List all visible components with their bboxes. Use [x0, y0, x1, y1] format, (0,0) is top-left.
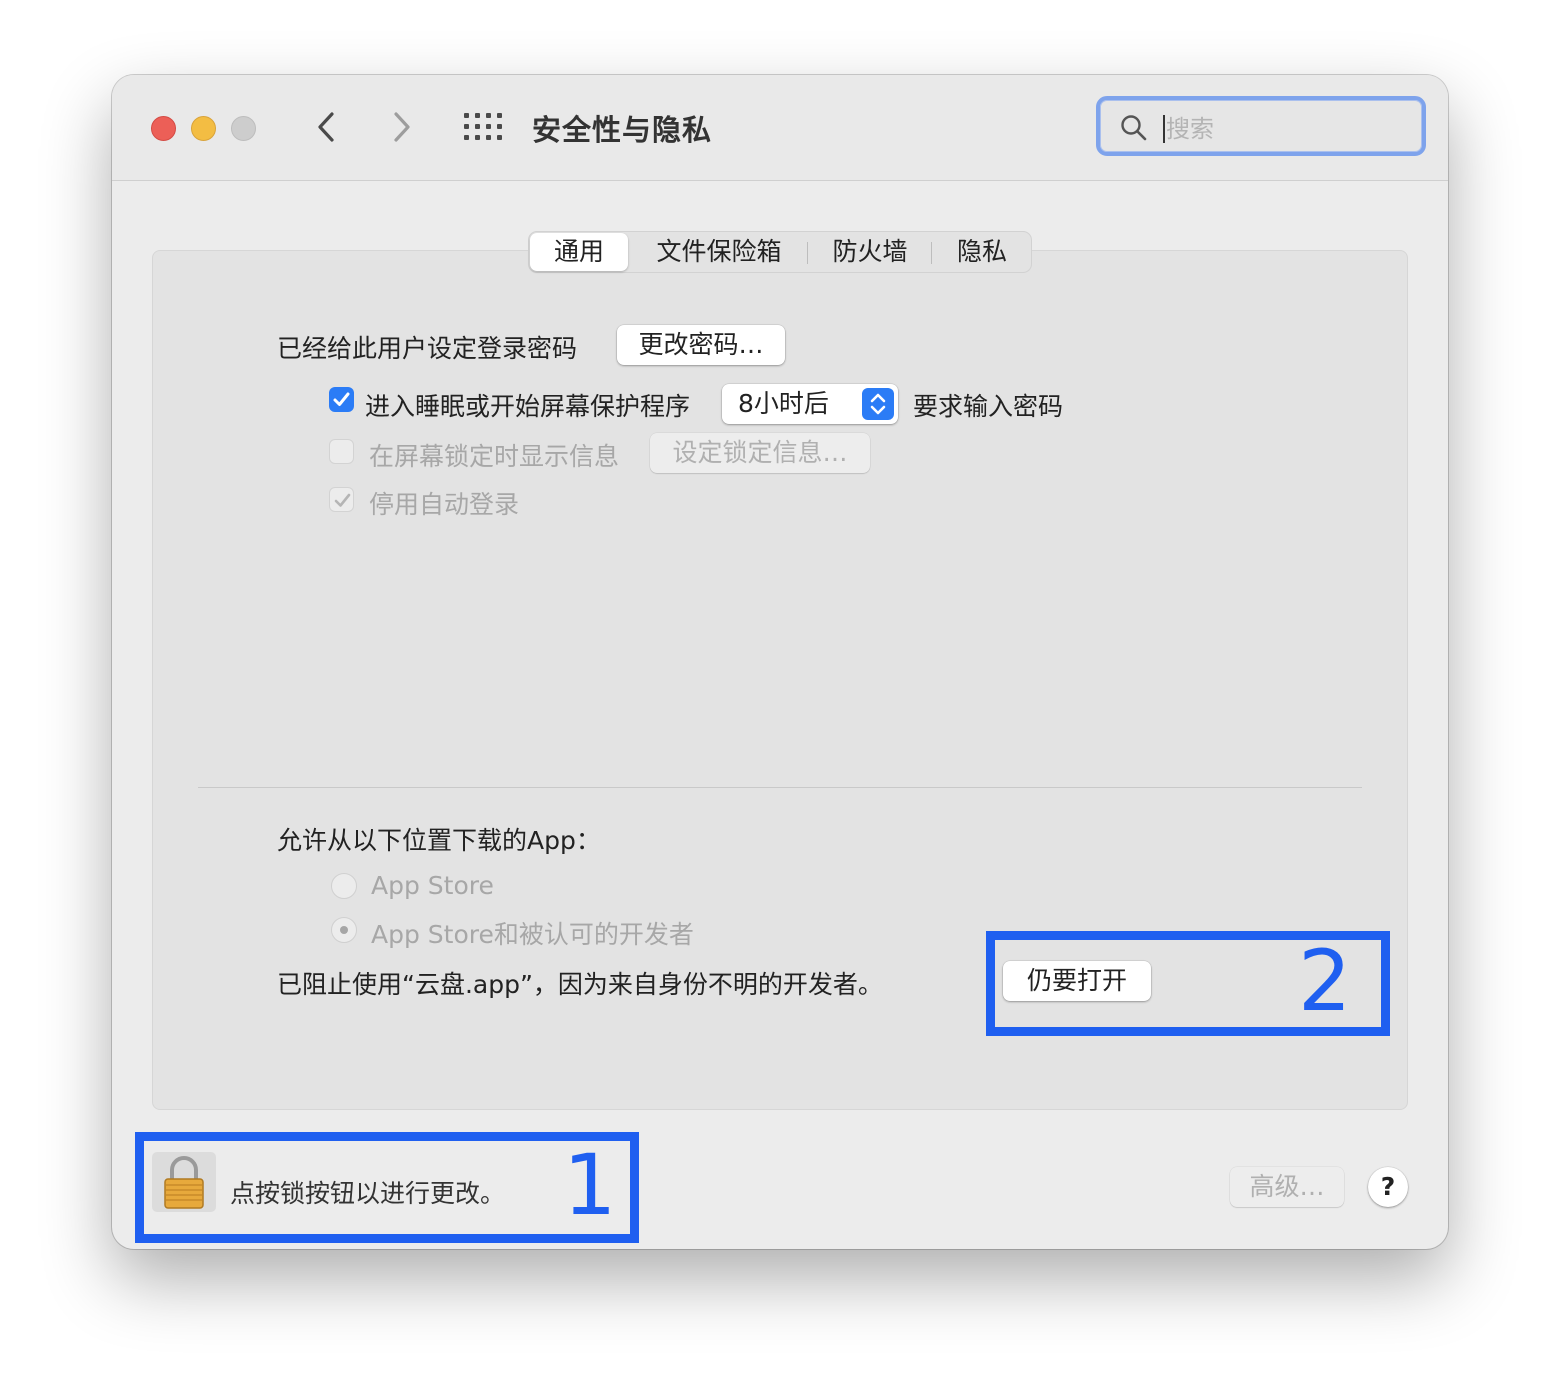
- tab-separator: [807, 242, 808, 264]
- window-title: 安全性与隐私: [532, 113, 713, 147]
- tab-filevault[interactable]: 文件保险箱: [639, 232, 799, 272]
- require-password-suffix: 要求输入密码: [913, 392, 1064, 421]
- password-delay-popup[interactable]: 8小时后: [722, 384, 898, 424]
- search-input[interactable]: [1164, 110, 1408, 148]
- change-password-button[interactable]: 更改密码…: [617, 325, 785, 365]
- search-field[interactable]: [1096, 96, 1426, 156]
- checkmark-icon: [334, 493, 351, 507]
- annotation-number-2: 2: [1298, 932, 1352, 1030]
- show-message-checkbox[interactable]: [329, 439, 354, 464]
- tab-bar: 通用 文件保险箱 防火墙 隐私: [528, 231, 1032, 273]
- back-button[interactable]: [308, 105, 348, 149]
- radio-app-store[interactable]: [331, 873, 357, 899]
- show-all-grid-icon[interactable]: [464, 113, 502, 141]
- blocked-app-message: 已阻止使用“云盘.app”，因为来自身份不明的开发者。: [277, 970, 883, 999]
- require-password-checkbox[interactable]: [329, 387, 354, 412]
- tab-privacy[interactable]: 隐私: [939, 232, 1025, 272]
- chevron-right-icon: [394, 112, 410, 142]
- radio-selected-dot: [340, 926, 348, 934]
- checkmark-icon: [333, 392, 350, 406]
- show-message-label: 在屏幕锁定时显示信息: [369, 442, 620, 471]
- advanced-button[interactable]: 高级…: [1230, 1167, 1344, 1207]
- tab-general[interactable]: 通用: [530, 233, 628, 271]
- search-icon: [1121, 115, 1147, 141]
- require-password-label: 进入睡眠或开始屏幕保护程序: [365, 392, 691, 421]
- password-delay-value: 8小时后: [738, 389, 829, 418]
- title-bar: 安全性与隐私: [112, 75, 1448, 181]
- radio-app-store-identified[interactable]: [331, 917, 357, 943]
- minimize-button[interactable]: [191, 116, 216, 141]
- system-preferences-window: 安全性与隐私 已经给此用户设定登录密码 更改密码… 进入睡眠或开始屏幕保护程序 …: [112, 75, 1448, 1249]
- help-button[interactable]: ?: [1368, 1167, 1408, 1207]
- radio-app-store-label: App Store: [371, 871, 494, 900]
- zoom-button[interactable]: [231, 116, 256, 141]
- chevron-left-icon: [318, 112, 334, 142]
- tab-firewall[interactable]: 防火墙: [817, 232, 923, 272]
- section-divider: [198, 787, 1362, 788]
- download-heading: 允许从以下位置下载的App：: [277, 826, 601, 855]
- tab-separator: [931, 242, 932, 264]
- disable-auto-login-checkbox[interactable]: [329, 487, 354, 512]
- close-button[interactable]: [151, 116, 176, 141]
- annotation-number-1: 1: [563, 1136, 617, 1234]
- set-lock-message-button[interactable]: 设定锁定信息…: [650, 433, 870, 473]
- radio-app-store-identified-label: App Store和被认可的开发者: [371, 920, 694, 949]
- password-set-label: 已经给此用户设定登录密码: [277, 334, 578, 363]
- popup-stepper-icon: [862, 388, 894, 420]
- forward-button[interactable]: [382, 105, 422, 149]
- disable-auto-login-label: 停用自动登录: [369, 490, 520, 519]
